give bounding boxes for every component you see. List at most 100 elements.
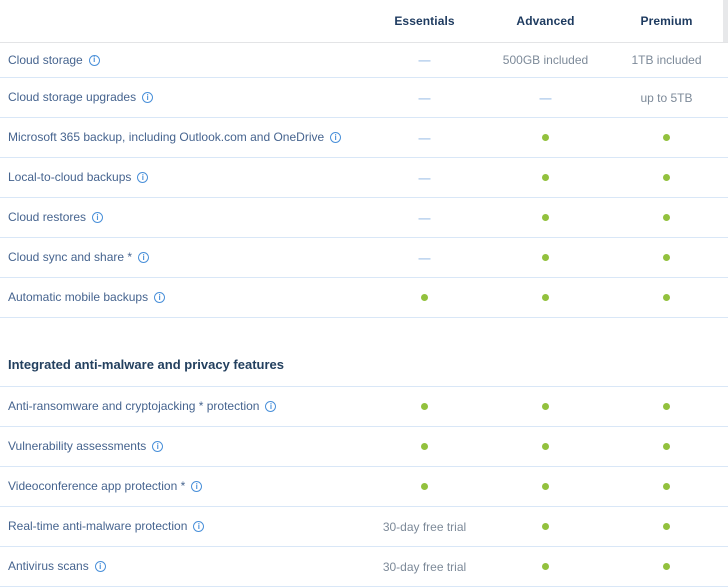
column-header-premium: Premium xyxy=(606,14,727,28)
value-cell: — xyxy=(364,51,485,69)
value-cell xyxy=(485,518,606,536)
feature-label: Cloud sync and share * xyxy=(8,250,132,265)
included-dot-icon xyxy=(421,443,428,450)
feature-cell: Anti-ransomware and cryptojacking * prot… xyxy=(0,399,364,414)
feature-cell: Cloud storage i xyxy=(0,53,364,68)
feature-cell: Microsoft 365 backup, including Outlook.… xyxy=(0,130,364,145)
included-dot-icon xyxy=(542,523,549,530)
value-cell xyxy=(606,249,727,267)
not-included-dash: — xyxy=(419,171,431,185)
feature-cell: Real-time anti-malware protection i xyxy=(0,519,364,534)
value-cell: — xyxy=(364,169,485,187)
value-cell: — xyxy=(485,89,606,107)
info-icon[interactable]: i xyxy=(137,172,148,183)
included-dot-icon xyxy=(421,483,428,490)
value-cell xyxy=(606,289,727,307)
feature-cell: Videoconference app protection *i xyxy=(0,479,364,494)
table-body: Cloud storagei—500GB included1TB include… xyxy=(0,43,728,587)
included-dot-icon xyxy=(421,403,428,410)
value-cell: — xyxy=(364,129,485,147)
value-cell xyxy=(606,438,727,456)
feature-label: Cloud storage upgrades xyxy=(8,90,136,105)
included-dot-icon xyxy=(542,443,549,450)
cell-value: up to 5TB xyxy=(640,91,692,105)
not-included-dash: — xyxy=(540,91,552,105)
value-cell: — xyxy=(364,249,485,267)
table-row: Local-to-cloud backups i — xyxy=(0,158,728,198)
value-cell xyxy=(364,478,485,496)
value-cell xyxy=(606,169,727,187)
value-cell xyxy=(485,129,606,147)
info-icon[interactable]: i xyxy=(330,132,341,143)
feature-cell: Automatic mobile backups i xyxy=(0,290,364,305)
section-title: Integrated anti-malware and privacy feat… xyxy=(8,357,284,372)
value-cell: 1TB included xyxy=(606,51,727,69)
feature-cell: Vulnerability assessments i xyxy=(0,439,364,454)
value-cell xyxy=(606,558,727,576)
feature-label: Anti-ransomware and cryptojacking * prot… xyxy=(8,399,259,414)
not-included-dash: — xyxy=(419,251,431,265)
table-row: Antivirus scansi 30-day free trial xyxy=(0,547,728,587)
info-icon[interactable]: i xyxy=(193,521,204,532)
value-cell xyxy=(485,398,606,416)
included-dot-icon xyxy=(421,294,428,301)
feature-label: Automatic mobile backups xyxy=(8,290,148,305)
not-included-dash: — xyxy=(419,91,431,105)
info-icon[interactable]: i xyxy=(89,55,100,66)
feature-cell: Antivirus scansi xyxy=(0,559,364,574)
feature-cell: Cloud storage upgrades i xyxy=(0,90,364,105)
info-icon[interactable]: i xyxy=(142,92,153,103)
value-cell: 30-day free trial xyxy=(364,518,485,536)
info-icon[interactable]: i xyxy=(92,212,103,223)
value-cell xyxy=(606,209,727,227)
value-cell xyxy=(606,398,727,416)
info-icon[interactable]: i xyxy=(154,292,165,303)
section-header: Integrated anti-malware and privacy feat… xyxy=(0,318,728,387)
included-dot-icon xyxy=(663,483,670,490)
info-icon[interactable]: i xyxy=(138,252,149,263)
info-icon[interactable]: i xyxy=(152,441,163,452)
feature-cell: Cloud restores i xyxy=(0,210,364,225)
value-cell xyxy=(485,438,606,456)
table-row: Vulnerability assessments i xyxy=(0,427,728,467)
feature-cell: Cloud sync and share * i xyxy=(0,250,364,265)
cell-value: 1TB included xyxy=(631,53,701,67)
scroll-edge xyxy=(723,0,728,42)
cell-value: 30-day free trial xyxy=(383,520,466,534)
column-header-essentials: Essentials xyxy=(364,14,485,28)
included-dot-icon xyxy=(542,134,549,141)
included-dot-icon xyxy=(663,134,670,141)
table-row: Cloud restores i — xyxy=(0,198,728,238)
not-included-dash: — xyxy=(419,211,431,225)
value-cell: up to 5TB xyxy=(606,89,727,107)
table-row: Real-time anti-malware protection i 30-day… xyxy=(0,507,728,547)
feature-label: Cloud storage xyxy=(8,53,83,68)
value-cell xyxy=(485,249,606,267)
table-row: Cloud sync and share * i — xyxy=(0,238,728,278)
info-icon[interactable]: i xyxy=(191,481,202,492)
value-cell xyxy=(364,438,485,456)
plans-comparison-table: Essentials Advanced Premium Cloud storag… xyxy=(0,0,728,587)
included-dot-icon xyxy=(663,563,670,570)
value-cell xyxy=(485,558,606,576)
value-cell xyxy=(485,169,606,187)
value-cell: 30-day free trial xyxy=(364,558,485,576)
feature-label: Vulnerability assessments xyxy=(8,439,146,454)
info-icon[interactable]: i xyxy=(265,401,276,412)
value-cell xyxy=(485,209,606,227)
table-row: Videoconference app protection *i xyxy=(0,467,728,507)
not-included-dash: — xyxy=(419,131,431,145)
included-dot-icon xyxy=(542,563,549,570)
value-cell xyxy=(606,518,727,536)
not-included-dash: — xyxy=(419,53,431,67)
feature-label: Cloud restores xyxy=(8,210,86,225)
feature-label: Real-time anti-malware protection xyxy=(8,519,187,534)
value-cell xyxy=(364,289,485,307)
info-icon[interactable]: i xyxy=(95,561,106,572)
cell-value: 30-day free trial xyxy=(383,560,466,574)
table-row: Automatic mobile backups i xyxy=(0,278,728,318)
value-cell xyxy=(606,478,727,496)
feature-label: Local-to-cloud backups xyxy=(8,170,131,185)
value-cell xyxy=(485,289,606,307)
feature-cell: Local-to-cloud backups i xyxy=(0,170,364,185)
